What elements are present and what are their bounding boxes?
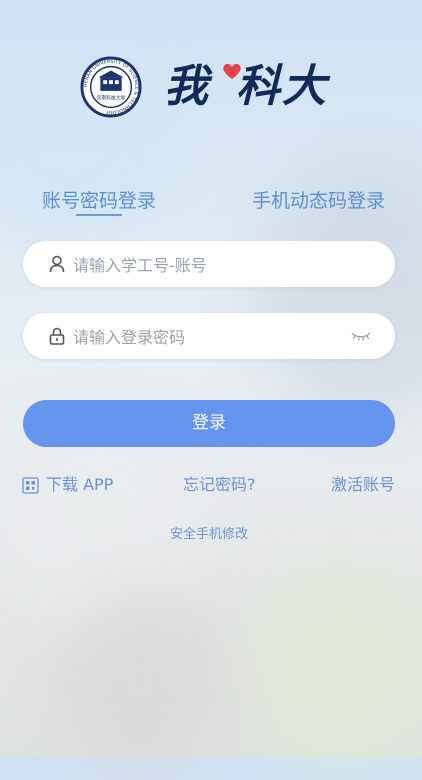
lock-icon — [49, 327, 65, 345]
brand-logo: HENAN UNIVERSITY OF SCIENCE & TECHNOLOGY… — [80, 56, 340, 118]
brand-wordmark: 我科大 — [164, 57, 340, 117]
login-button[interactable]: 登录 — [23, 400, 395, 447]
emblem-inner-text: 河南科技大学 — [97, 95, 126, 102]
password-input[interactable] — [71, 313, 355, 361]
login-tabs: 账号密码登录 手机动态码登录 — [0, 188, 422, 228]
active-tab-indicator — [76, 214, 122, 216]
user-icon — [49, 255, 65, 273]
university-emblem-icon: HENAN UNIVERSITY OF SCIENCE & TECHNOLOGY… — [80, 56, 142, 118]
logo-text-right: 科大 — [236, 61, 328, 112]
activate-account-link[interactable]: 激活账号 — [331, 474, 395, 496]
heart-icon — [223, 63, 241, 79]
change-secure-phone-link[interactable]: 安全手机修改 — [0, 523, 418, 542]
username-input[interactable] — [71, 241, 355, 289]
logo-text-left: 我 — [164, 61, 210, 112]
password-field[interactable] — [23, 313, 395, 361]
eye-closed-icon[interactable] — [351, 330, 371, 342]
tab-phone-code[interactable]: 手机动态码登录 — [252, 188, 385, 214]
auxiliary-links: 下载 APP 忘记密码? 激活账号 — [0, 474, 422, 498]
tab-account-password[interactable]: 账号密码登录 — [42, 188, 156, 214]
download-app-label: 下载 APP — [46, 475, 114, 494]
username-field[interactable] — [23, 241, 395, 289]
qr-code-icon — [22, 476, 39, 494]
forgot-password-link[interactable]: 忘记密码? — [183, 474, 256, 496]
download-app-link[interactable]: 下载 APP — [22, 474, 113, 496]
